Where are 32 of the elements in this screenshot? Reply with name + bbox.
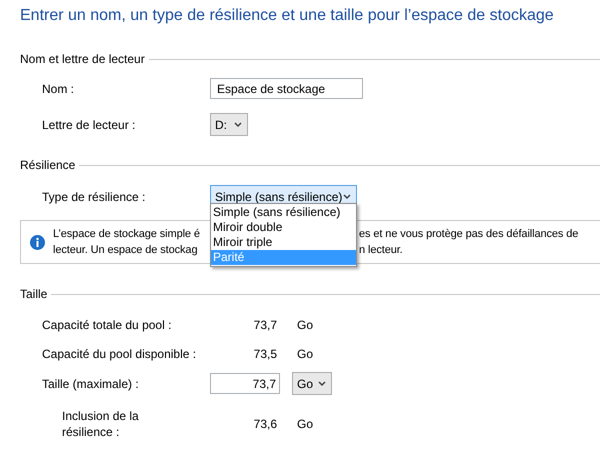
info-text: es et ne vous protège pas des défaillances de xyxy=(359,227,578,242)
name-field[interactable]: Espace de stockage xyxy=(210,78,363,99)
dropdown-option[interactable]: Miroir triple xyxy=(211,235,356,250)
capacity-value: 73,6 xyxy=(252,417,277,431)
dropdown-option[interactable]: Miroir double xyxy=(211,220,356,235)
caret-icon xyxy=(318,380,326,386)
section-header: Résilience xyxy=(20,158,76,172)
capacity-value: 73,5 xyxy=(252,347,277,361)
info-text: lecteur. Un espace de stockag xyxy=(53,243,198,258)
field-label: Capacité du pool disponible : xyxy=(42,347,198,361)
field-label: Lettre de lecteur : xyxy=(42,118,136,132)
caret-icon xyxy=(343,194,351,200)
dropdown[interactable]: Go xyxy=(292,372,332,395)
field-label: Nom : xyxy=(42,82,76,96)
size-field[interactable]: 73,7 xyxy=(210,373,280,394)
page-title: Entrer un nom, un type de résilience et une taille pour l’espace de stockage xyxy=(19,6,555,26)
field-label: Inclusion de la résilience : xyxy=(62,408,140,440)
dropdown-option[interactable]: Simple (sans résilience) xyxy=(211,205,356,220)
field-label: Type de résilience : xyxy=(42,190,146,204)
unit-label: Go xyxy=(297,347,314,361)
info-text: n lecteur. xyxy=(359,243,404,258)
capacity-value: 73,7 xyxy=(252,318,277,332)
section-header: Nom et lettre de lecteur xyxy=(20,52,145,66)
dropdown[interactable]: D: xyxy=(210,113,248,136)
field-label: Capacité totale du pool : xyxy=(42,318,172,332)
section-header: Taille xyxy=(20,287,48,301)
info-icon xyxy=(30,234,45,250)
caret-icon xyxy=(234,122,242,128)
unit-label: Go xyxy=(297,318,314,332)
unit-label: Go xyxy=(297,417,314,431)
info-text: L’espace de stockage simple é xyxy=(53,227,201,242)
field-label: Taille (maximale) : xyxy=(42,376,140,390)
